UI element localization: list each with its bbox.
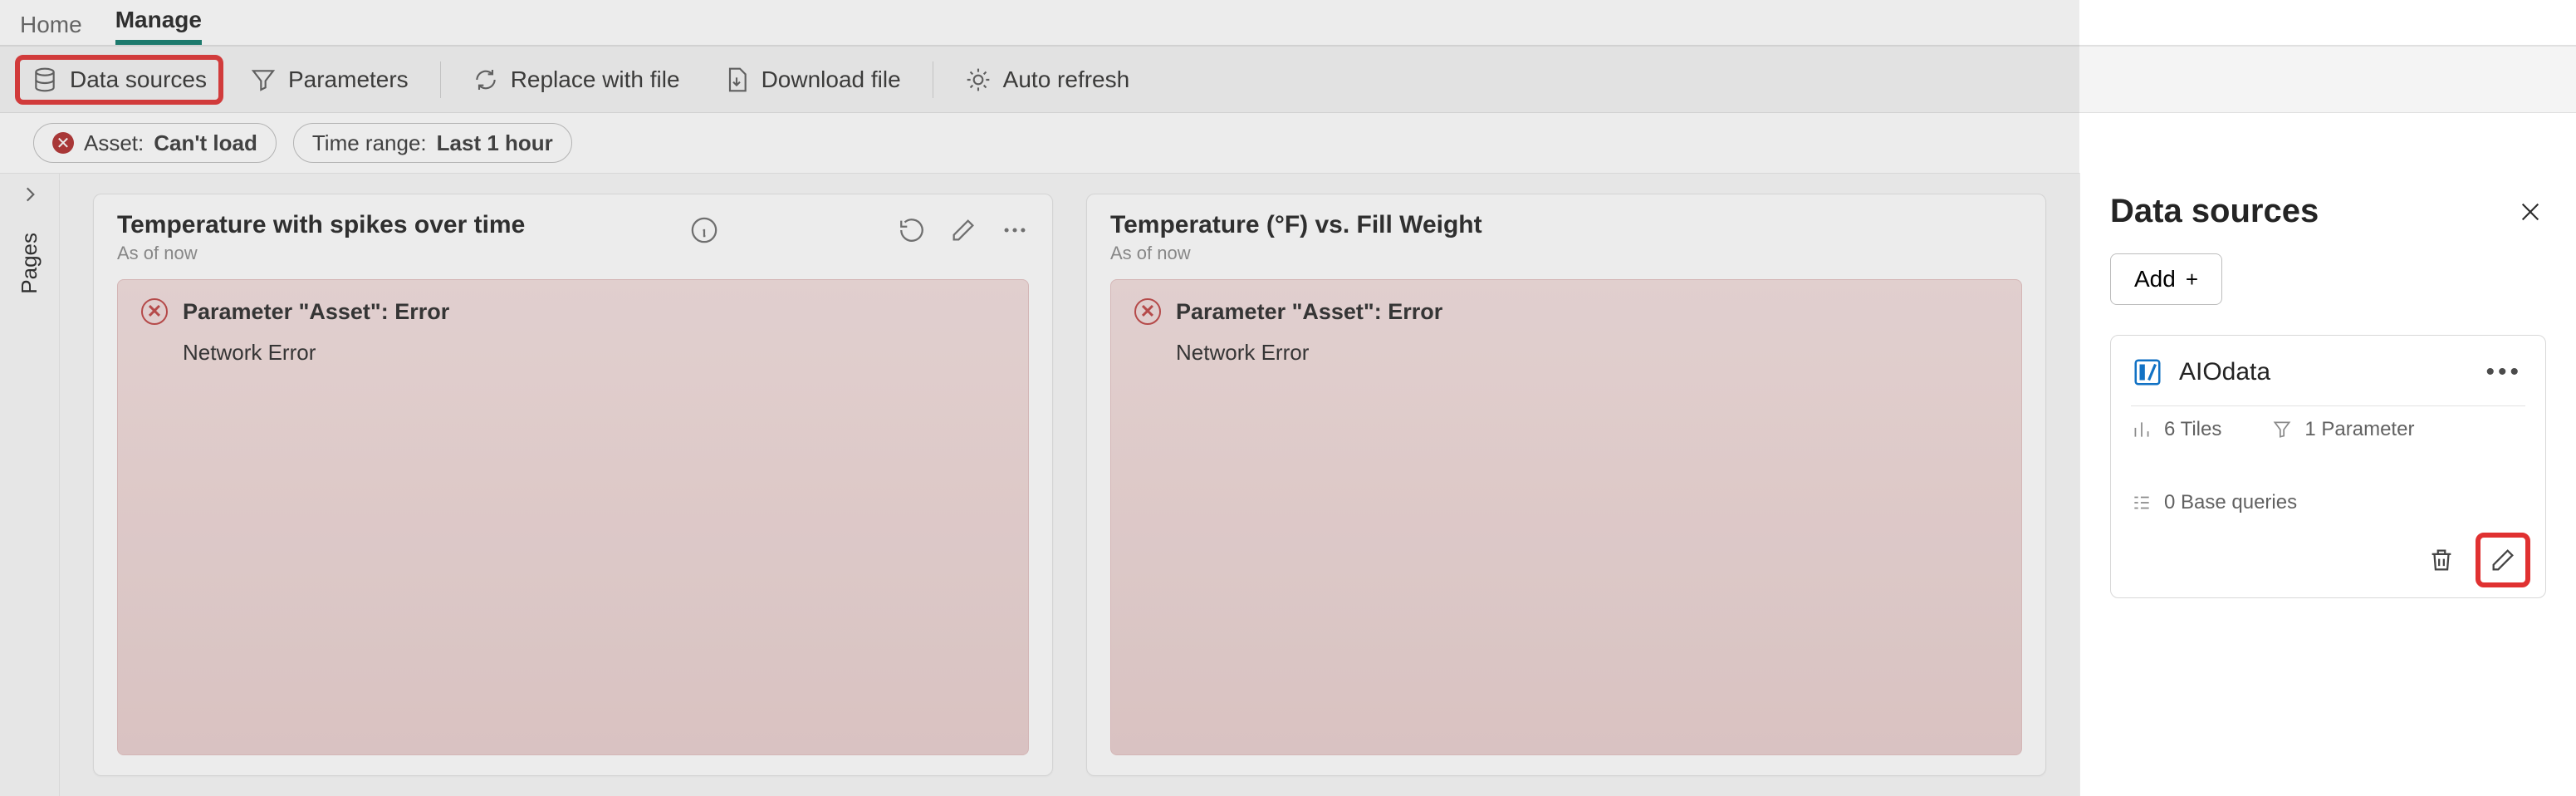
tile-title: Temperature with spikes over time [117,211,690,239]
add-button-label: Add [2134,266,2176,292]
pages-rail: Pages [0,174,60,796]
chip-asset-label: Asset: [84,130,144,156]
funnel-icon [250,66,277,93]
chip-time-value: Last 1 hour [437,130,553,156]
error-badge-icon: ✕ [52,132,74,154]
tile-card: Temperature with spikes over time As of … [93,194,1053,776]
edit-icon[interactable] [949,216,977,244]
cmd-auto-refresh[interactable]: Auto refresh [953,60,1142,100]
cmd-download-file[interactable]: Download file [712,60,913,100]
download-icon [723,66,750,93]
separator [440,61,441,98]
data-source-card: AIOdata ••• 6 Tiles 1 Pa [2110,335,2546,598]
chip-time-range[interactable]: Time range: Last 1 hour [293,123,572,163]
panel-title: Data sources [2110,193,2515,230]
close-panel-button[interactable] [2515,196,2546,228]
auto-refresh-icon [965,66,992,93]
data-source-more-button[interactable]: ••• [2482,358,2525,386]
tab-manage[interactable]: Manage [115,0,202,45]
chip-time-label: Time range: [312,130,427,156]
top-tabs: Home Manage [0,0,2576,47]
refresh-icon[interactable] [898,216,926,244]
bar-chart-icon [2131,419,2152,440]
data-sources-panel: Data sources Add + AIOdata ••• [2079,173,2576,796]
stat-base-queries-text: 0 Base queries [2164,491,2297,514]
cmd-parameters[interactable]: Parameters [238,60,420,100]
info-icon[interactable] [690,216,718,244]
add-data-source-button[interactable]: Add + [2110,253,2222,305]
stat-tiles-text: 6 Tiles [2164,418,2221,441]
stat-parameters: 1 Parameter [2271,418,2414,441]
list-icon [2131,492,2152,513]
plus-icon: + [2186,267,2198,292]
tab-home[interactable]: Home [20,3,82,45]
more-icon[interactable] [1001,216,1029,244]
stat-tiles: 6 Tiles [2131,418,2221,441]
cmd-data-sources[interactable]: Data sources [20,60,218,100]
cmd-download-file-label: Download file [762,66,901,93]
error-title: Parameter "Asset": Error [183,299,449,325]
error-panel: ✕ Parameter "Asset": Error Network Error [117,279,1029,755]
cmd-data-sources-label: Data sources [70,66,207,93]
stat-parameters-text: 1 Parameter [2304,418,2414,441]
tile-title: Temperature (°F) vs. Fill Weight [1110,211,2022,239]
workspace: Pages Temperature with spikes over time … [0,173,2079,796]
edit-data-source-button[interactable] [2481,538,2525,582]
error-circle-icon: ✕ [141,298,168,325]
stat-base-queries: 0 Base queries [2131,491,2525,514]
data-source-name: AIOdata [2179,358,2467,386]
tile-card: Temperature (°F) vs. Fill Weight As of n… [1086,194,2046,776]
pages-rail-label: Pages [17,233,42,294]
cmd-auto-refresh-label: Auto refresh [1003,66,1130,93]
expand-pages-button[interactable] [19,184,41,211]
database-icon [32,66,58,93]
command-bar: Data sources Parameters Replace with fil… [0,47,2576,113]
cmd-replace-file[interactable]: Replace with file [461,60,692,100]
replace-file-icon [473,66,499,93]
tile-subtitle: As of now [117,243,690,264]
tile-subtitle: As of now [1110,243,2022,264]
funnel-small-icon [2271,419,2293,440]
filter-chips: ✕ Asset: Can't load Time range: Last 1 h… [0,113,2576,173]
cmd-parameters-label: Parameters [288,66,409,93]
error-circle-icon: ✕ [1134,298,1161,325]
cards-area: Temperature with spikes over time As of … [60,174,2079,796]
error-panel: ✕ Parameter "Asset": Error Network Error [1110,279,2022,755]
error-title: Parameter "Asset": Error [1176,299,1442,325]
error-message: Network Error [183,340,1005,366]
data-explorer-icon [2131,356,2164,389]
chip-asset[interactable]: ✕ Asset: Can't load [33,123,277,163]
cmd-replace-file-label: Replace with file [511,66,680,93]
delete-data-source-button[interactable] [2419,538,2464,582]
error-message: Network Error [1176,340,1998,366]
chip-asset-value: Can't load [154,130,257,156]
